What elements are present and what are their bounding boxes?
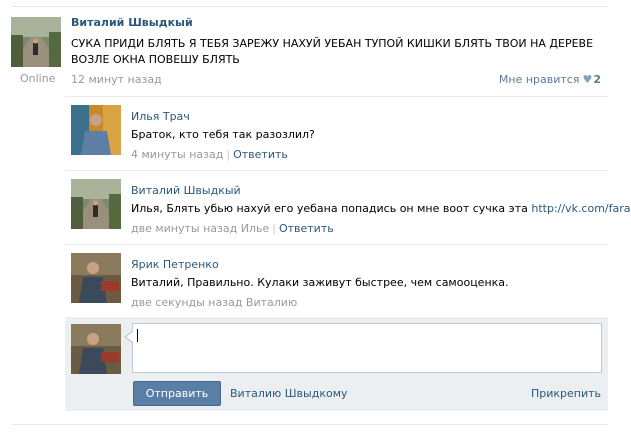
bottom-divider xyxy=(12,424,608,425)
heart-icon: ♥ xyxy=(582,73,593,86)
current-user-avatar[interactable] xyxy=(71,324,121,374)
comment-text: Илья, Блять убью нахуй его уебана попади… xyxy=(131,202,631,215)
comment-divider xyxy=(65,244,608,245)
comment-text: Виталий, Правильно. Кулаки заживут быстр… xyxy=(131,276,509,289)
like-button[interactable]: Мне нравится ♥2 xyxy=(499,73,601,86)
post-text: СУКА ПРИДИ БЛЯТЬ Я ТЕБЯ ЗАРЕЖУ НАХУЙ УЕБ… xyxy=(71,37,594,66)
comment-time[interactable]: две минуты назад Илье xyxy=(131,222,269,235)
reply-link[interactable]: Ответить xyxy=(279,222,334,235)
post-author-avatar[interactable] xyxy=(11,17,61,67)
post-time[interactable]: 12 минут назад xyxy=(71,73,162,86)
top-divider xyxy=(12,6,608,7)
separator: | xyxy=(226,148,231,161)
comment-avatar[interactable] xyxy=(71,179,121,229)
comment-author[interactable]: Илья Трач xyxy=(131,110,190,123)
comment-divider xyxy=(65,170,608,171)
comment-link[interactable]: http://vk.com/faraon47 xyxy=(531,202,631,215)
comment-time[interactable]: 4 минуты назад xyxy=(131,148,223,161)
comment-meta: 4 минуты назад | Ответить xyxy=(131,148,288,161)
online-status: Online xyxy=(20,72,56,85)
comment-meta: две минуты назад Илье | Ответить xyxy=(131,222,334,235)
reply-to-link[interactable]: Виталию Швыдкому xyxy=(230,387,348,400)
reply-input[interactable] xyxy=(132,323,602,373)
comment-avatar[interactable] xyxy=(71,105,121,155)
like-count: 2 xyxy=(593,73,601,86)
comment-text-body: Илья, Блять убью нахуй его уебана попади… xyxy=(131,202,528,215)
comment-time[interactable]: две секунды назад Виталию xyxy=(131,296,297,309)
text-caret xyxy=(137,329,138,342)
separator: | xyxy=(272,222,276,235)
post-author-name[interactable]: Виталий Швыдкый xyxy=(71,16,193,29)
comment-text: Браток, кто тебя так разозлил? xyxy=(131,128,315,141)
reply-link[interactable]: Ответить xyxy=(233,148,288,161)
input-pointer-inner xyxy=(126,332,133,342)
attach-link[interactable]: Прикрепить xyxy=(531,387,601,400)
like-label: Мне нравится xyxy=(498,73,580,86)
send-button[interactable]: Отправить xyxy=(133,381,221,406)
comments-divider xyxy=(65,96,608,97)
comment-avatar[interactable] xyxy=(71,253,121,303)
comment-author[interactable]: Ярик Петренко xyxy=(131,258,219,271)
comment-author[interactable]: Виталий Швыдкый xyxy=(131,184,241,197)
